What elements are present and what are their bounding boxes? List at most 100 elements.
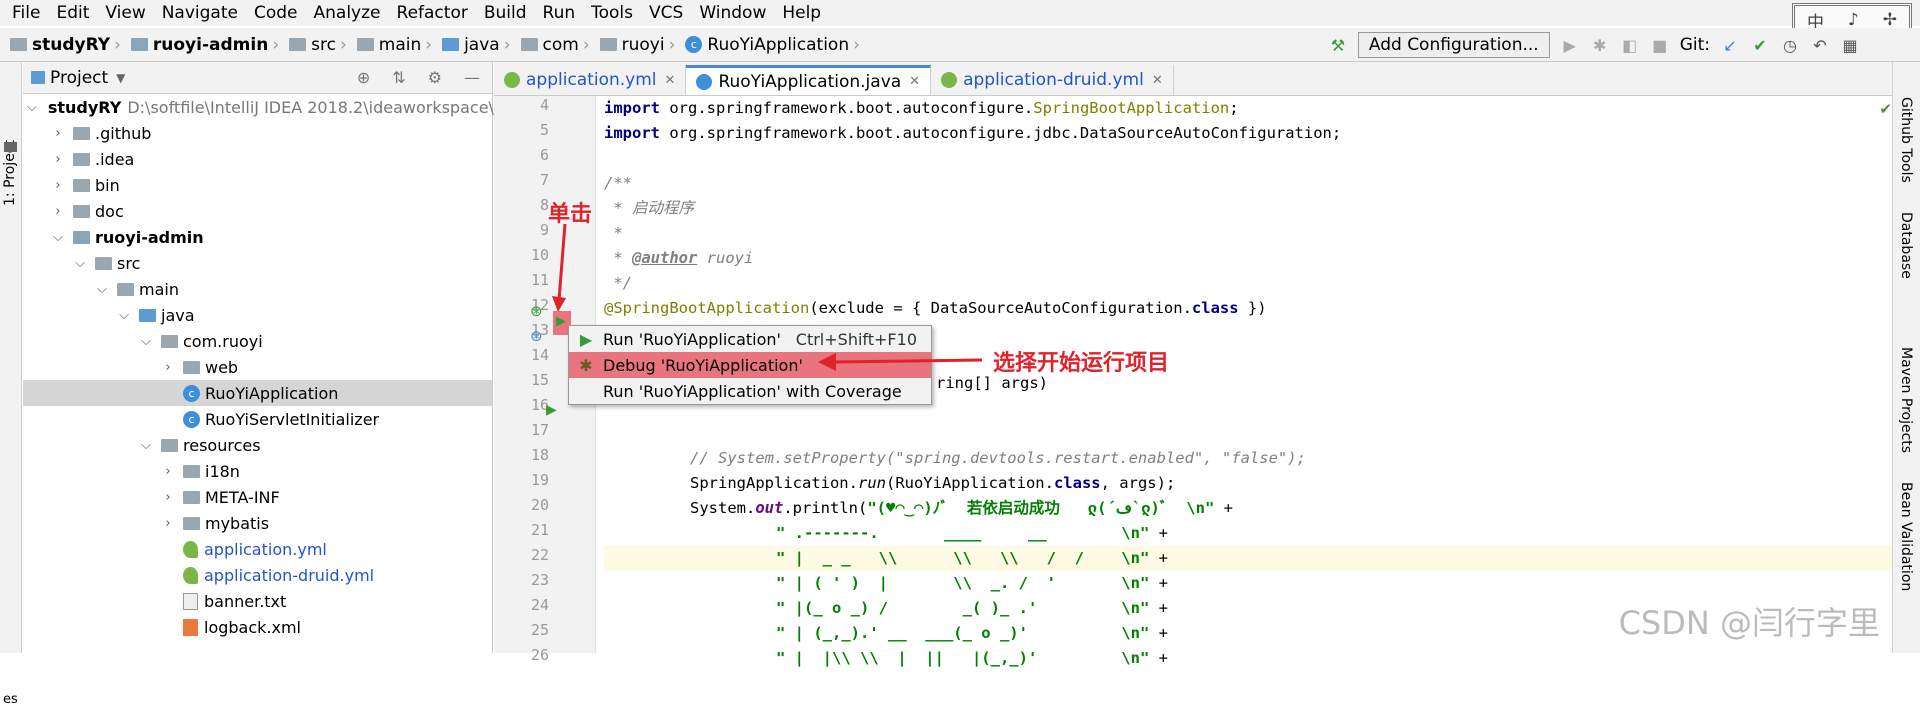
tree-item-src[interactable]: ⌵ src	[23, 250, 492, 276]
breadcrumb-java[interactable]: java ›	[442, 35, 516, 55]
tree-item-ruoyiapplication[interactable]: c RuoYiApplication	[23, 380, 492, 406]
menu-window[interactable]: Window	[691, 0, 774, 26]
tree-item-java[interactable]: ⌵ java	[23, 302, 492, 328]
ime-moon-icon[interactable]: ♪	[1848, 10, 1859, 30]
run-icon: ▶	[579, 329, 593, 349]
code-line: @SpringBootApplication(exclude = { DataS…	[604, 299, 1267, 317]
ime-settings-icon[interactable]: ✢	[1883, 10, 1897, 30]
folder-icon	[73, 126, 90, 140]
project-title[interactable]: Project	[50, 68, 108, 88]
gear-icon[interactable]: ⚙	[428, 68, 442, 87]
annotation-arrow-down	[552, 223, 567, 312]
collapse-all-icon[interactable]: ⇅	[392, 68, 405, 87]
breadcrumb-ruoyi-admin[interactable]: ruoyi-admin ›	[130, 35, 285, 55]
code-line: System.out.println("(♥◠‿◠)ﾉﾞ 若依启动成功 ლ(´ڡ…	[690, 499, 1233, 517]
git-history-icon[interactable]: ◷	[1780, 35, 1800, 55]
structure-tool-tab[interactable]: es	[3, 692, 18, 707]
tree-item-ruoyi-admin[interactable]: ⌵ ruoyi-admin	[23, 224, 492, 250]
folder-icon	[73, 178, 90, 192]
breadcrumb-studyry[interactable]: studyRY ›	[10, 35, 127, 55]
line-number: 23	[530, 571, 549, 589]
tool-tab-database[interactable]: Database	[1898, 212, 1914, 279]
git-revert-icon[interactable]: ↶	[1810, 35, 1830, 55]
line-number: 24	[530, 596, 549, 614]
line-number: 5	[539, 121, 549, 139]
tree-item-i18n[interactable]: › i18n	[23, 458, 492, 484]
coverage-icon[interactable]: ◧	[1620, 35, 1640, 55]
hammer-icon[interactable]: ⚒	[1328, 35, 1348, 55]
tree-item-github[interactable]: › .github	[23, 120, 492, 146]
code-line: " | |\\ \\ | || |(_,_)' \n" +	[776, 649, 1168, 667]
tree-item-com-ruoyi[interactable]: ⌵ com.ruoyi	[23, 328, 492, 354]
menu-run[interactable]: Run	[535, 0, 584, 26]
breadcrumb-src[interactable]: src ›	[289, 35, 353, 55]
debug-icon[interactable]: ✱	[1590, 35, 1610, 55]
tree-item-meta-inf[interactable]: › META-INF	[23, 484, 492, 510]
tree-item-banner-txt[interactable]: banner.txt	[23, 588, 492, 614]
add-configuration-button[interactable]: Add Configuration...	[1357, 32, 1550, 58]
tool-tab-bean-validation[interactable]: Bean Validation	[1898, 482, 1914, 591]
git-commit-icon[interactable]: ✔	[1750, 35, 1770, 55]
folder-icon	[520, 38, 538, 51]
tree-item-application-druid-yml[interactable]: application-druid.yml	[23, 562, 492, 588]
menu-analyze[interactable]: Analyze	[306, 0, 389, 26]
code-line: SpringApplication.run(RuoYiApplication.c…	[690, 474, 1176, 492]
minimize-icon[interactable]: —	[464, 68, 480, 87]
folder-icon	[183, 516, 200, 530]
breadcrumb-ruoyi[interactable]: ruoyi ›	[599, 35, 682, 55]
tree-item-resources[interactable]: ⌵ resources	[23, 432, 492, 458]
tree-item-logback-xml[interactable]: logback.xml	[23, 614, 492, 640]
line-number: 17	[530, 421, 549, 439]
folder-icon	[73, 152, 90, 166]
menu-tools[interactable]: Tools	[583, 0, 641, 26]
class-icon: c	[183, 410, 200, 428]
tab-application-yml[interactable]: application.yml ✕	[494, 65, 687, 95]
breadcrumb-main[interactable]: main ›	[356, 35, 438, 55]
menu-help[interactable]: Help	[774, 0, 829, 26]
tree-item-doc[interactable]: › doc	[23, 198, 492, 224]
tree-item-studyry[interactable]: ⌵ studyRY D:\softfile\IntelliJ IDEA 2018.2…	[23, 94, 509, 120]
watermark: CSDN @闫行字里	[1618, 604, 1880, 642]
package-icon	[183, 360, 200, 374]
chevron-down-icon[interactable]: ▼	[116, 71, 125, 85]
tree-item-bin[interactable]: › bin	[23, 172, 492, 198]
inspection-ok-icon[interactable]: ✔	[1879, 100, 1892, 118]
tree-item-main[interactable]: ⌵ main	[23, 276, 492, 302]
project-tool-icon	[4, 142, 17, 152]
tool-tab-github[interactable]: Github Tools	[1898, 97, 1914, 183]
menu-code[interactable]: Code	[246, 0, 306, 26]
menu-build[interactable]: Build	[476, 0, 535, 26]
tree-item-mybatis[interactable]: › mybatis	[23, 510, 492, 536]
menu-vcs[interactable]: VCS	[641, 0, 691, 26]
tool-tab-maven[interactable]: Maven Projects	[1898, 347, 1914, 453]
project-structure-icon[interactable]: ▦	[1840, 35, 1860, 55]
git-update-icon[interactable]: ↙	[1720, 35, 1740, 55]
menu-file[interactable]: File	[4, 0, 48, 26]
tree-item-application-yml[interactable]: application.yml	[23, 536, 492, 562]
tab-application-druid-yml[interactable]: application-druid.yml ✕	[931, 65, 1174, 95]
project-panel-header: Project ▼ ⊕ ⇅ ⚙ —	[23, 62, 492, 94]
menu-item-run-with-coverage[interactable]: Run 'RuoYiApplication' with Coverage	[569, 378, 931, 404]
close-icon[interactable]: ✕	[1152, 73, 1163, 88]
close-icon[interactable]: ✕	[909, 74, 920, 89]
menu-view[interactable]: View	[97, 0, 153, 26]
tree-item-idea[interactable]: › .idea	[23, 146, 492, 172]
run-icon[interactable]: ▶	[1560, 35, 1580, 55]
debug-icon: ✱	[579, 355, 593, 375]
close-icon[interactable]: ✕	[665, 73, 676, 88]
spring-bean-icon[interactable]: ⊛	[530, 302, 543, 320]
tab-ruoyiapplication-java[interactable]: RuoYiApplication.java ✕	[686, 65, 932, 95]
menu-navigate[interactable]: Navigate	[154, 0, 246, 26]
locate-icon[interactable]: ⊕	[357, 68, 370, 87]
run-gutter-icon[interactable]: ▶	[546, 402, 557, 418]
breadcrumb-ruoyiapplication[interactable]: c RuoYiApplication ›	[685, 35, 866, 55]
tree-item-ruoyiservletinitializer[interactable]: c RuoYiServletInitializer	[23, 406, 492, 432]
stop-icon[interactable]: ■	[1650, 35, 1670, 55]
tree-item-web[interactable]: › web	[23, 354, 492, 380]
line-number: 14	[530, 346, 549, 364]
menu-refactor[interactable]: Refactor	[389, 0, 476, 26]
folder-icon	[183, 490, 200, 504]
breadcrumb-com[interactable]: com ›	[520, 35, 596, 55]
menu-edit[interactable]: Edit	[48, 0, 97, 26]
spring-class-icon[interactable]: ⊛	[530, 327, 543, 345]
